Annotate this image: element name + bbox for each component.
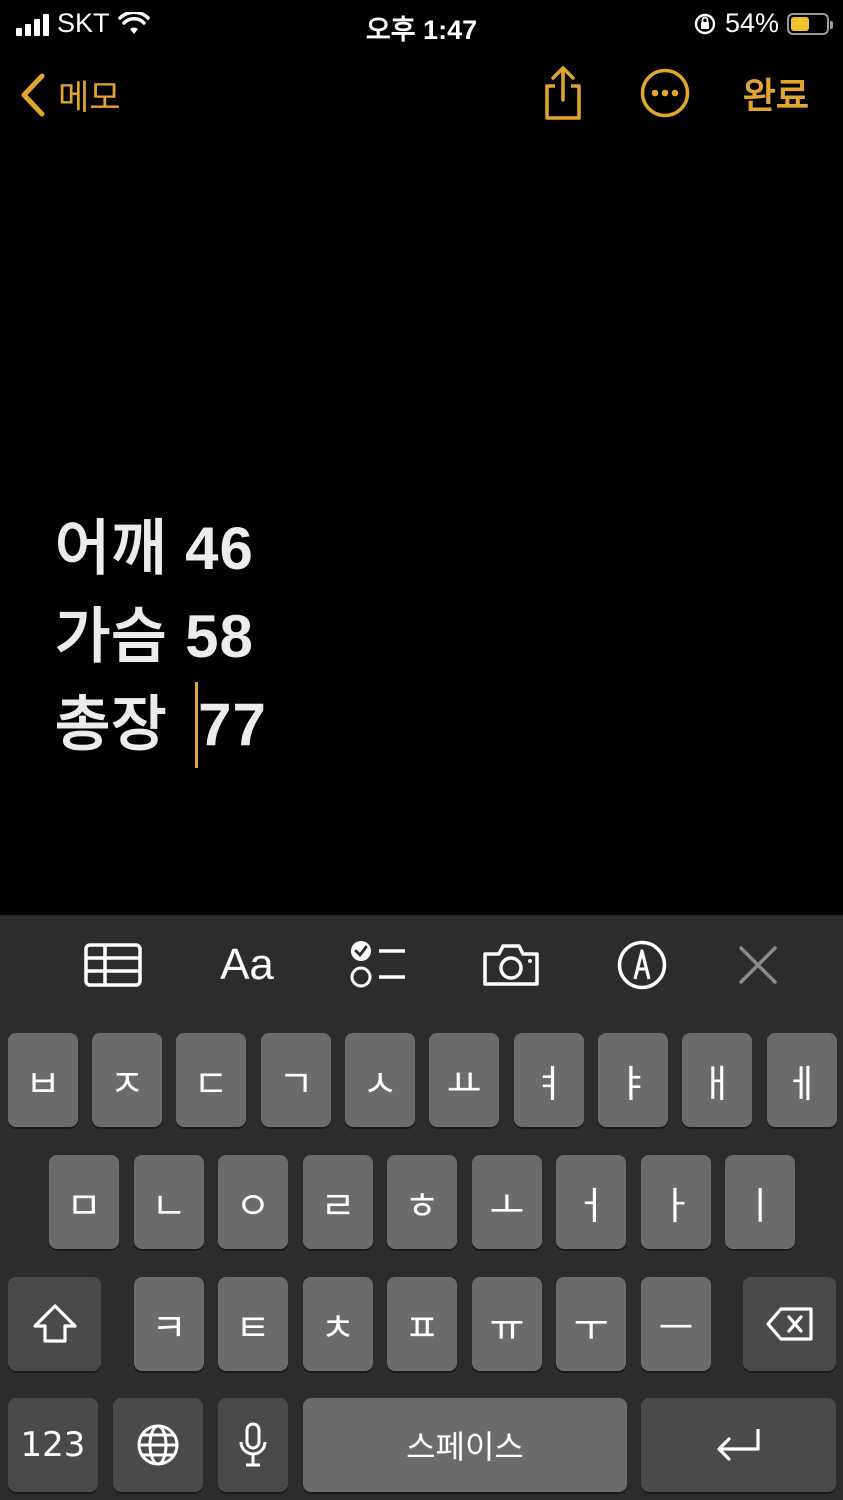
key-ch[interactable]: ㅊ [303, 1277, 373, 1371]
key-k[interactable]: ㅋ [134, 1277, 204, 1371]
back-button[interactable]: 메모 [18, 70, 121, 119]
key-p[interactable]: ㅍ [387, 1277, 457, 1371]
markup-button[interactable] [612, 939, 672, 991]
key-s[interactable]: ㅅ [345, 1033, 415, 1127]
korean-keyboard: ㅂ ㅈ ㄷ ㄱ ㅅ ㅛ ㅕ ㅑ ㅐ ㅔ ㅁ ㄴ ㅇ ㄹ ㅎ ㅗ ㅓ ㅏ ㅣ ㅋ … [0, 1015, 843, 1500]
close-toolbar-button[interactable] [728, 939, 788, 991]
format-icon: Aa [220, 940, 274, 989]
globe-icon [137, 1424, 179, 1466]
note-line-3-text: 총장 [55, 691, 186, 758]
note-line-3[interactable]: 총장 77 [55, 681, 267, 772]
key-o[interactable]: ㅗ [472, 1155, 542, 1249]
key-h[interactable]: ㅎ [387, 1155, 457, 1249]
key-u[interactable]: ㅜ [556, 1277, 626, 1371]
key-j[interactable]: ㅈ [92, 1033, 162, 1127]
key-b[interactable]: ㅂ [8, 1033, 78, 1127]
key-r[interactable]: ㄹ [303, 1155, 373, 1249]
key-m[interactable]: ㅁ [49, 1155, 119, 1249]
note-line-2[interactable]: 가슴 58 [55, 593, 267, 681]
microphone-icon [239, 1422, 267, 1467]
orientation-lock-icon [694, 13, 716, 34]
dictation-key[interactable] [218, 1398, 288, 1492]
done-button[interactable]: 완료 [743, 67, 809, 119]
table-icon [84, 943, 142, 987]
numbers-key[interactable]: 123 [8, 1398, 98, 1492]
markup-icon [617, 940, 667, 990]
more-options-icon[interactable] [639, 67, 691, 119]
key-d[interactable]: ㄷ [176, 1033, 246, 1127]
battery-level-fill [791, 16, 810, 31]
nav-bar: 메모 완료 [0, 60, 843, 140]
return-icon [716, 1429, 760, 1461]
checklist-button[interactable] [348, 939, 408, 991]
status-bar: SKT 오후 1:47 54% [0, 0, 843, 48]
share-icon[interactable] [539, 64, 587, 122]
key-a[interactable]: ㅏ [641, 1155, 711, 1249]
key-eu[interactable]: ㅡ [641, 1277, 711, 1371]
battery-percent: 54% [724, 8, 779, 38]
backspace-key[interactable] [743, 1277, 836, 1371]
status-right: 54% [693, 8, 833, 39]
key-n[interactable]: ㄴ [134, 1155, 204, 1249]
note-body[interactable]: 어깨 46 가슴 58 총장 77 [55, 505, 267, 772]
table-button[interactable] [83, 939, 143, 991]
text-cursor [195, 682, 199, 769]
nav-actions: 완료 [539, 64, 809, 122]
space-key[interactable]: 스페이스 [303, 1398, 627, 1492]
key-i[interactable]: ㅣ [725, 1155, 795, 1249]
key-yeo[interactable]: ㅕ [514, 1033, 584, 1127]
key-t[interactable]: ㅌ [218, 1277, 288, 1371]
key-e[interactable]: ㅔ [767, 1033, 837, 1127]
notes-toolbar: Aa [0, 915, 843, 1015]
key-ya[interactable]: ㅑ [598, 1033, 668, 1127]
close-icon [739, 946, 777, 984]
key-yo[interactable]: ㅛ [429, 1033, 499, 1127]
key-eo[interactable]: ㅓ [556, 1155, 626, 1249]
camera-button[interactable] [481, 939, 541, 991]
key-yu[interactable]: ㅠ [472, 1277, 542, 1371]
return-key[interactable] [641, 1398, 836, 1492]
checklist-icon [350, 941, 405, 988]
battery-icon [787, 12, 833, 35]
shift-icon [32, 1304, 77, 1343]
format-button[interactable]: Aa [214, 939, 280, 991]
camera-icon [483, 944, 539, 986]
back-label: 메모 [58, 79, 121, 117]
key-ae[interactable]: ㅐ [682, 1033, 752, 1127]
backspace-icon [765, 1307, 813, 1341]
key-ieung[interactable]: ㅇ [218, 1155, 288, 1249]
chevron-left-icon [21, 73, 45, 116]
globe-key[interactable] [113, 1398, 203, 1492]
shift-key[interactable] [8, 1277, 101, 1371]
note-line-1[interactable]: 어깨 46 [55, 505, 267, 593]
note-line-3-value: 77 [198, 691, 267, 758]
key-g[interactable]: ㄱ [261, 1033, 331, 1127]
